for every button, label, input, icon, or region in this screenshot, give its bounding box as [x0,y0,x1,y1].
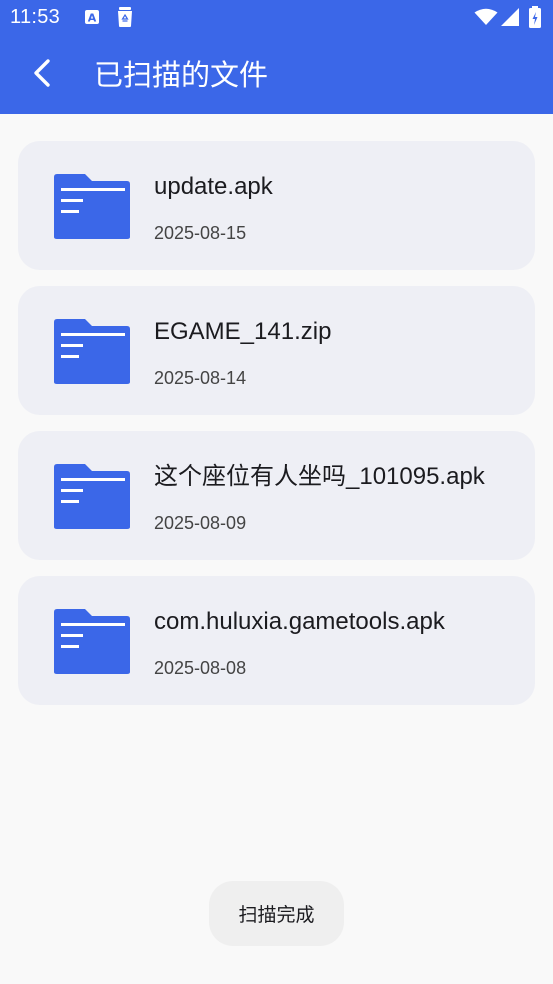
status-time: 11:53 [10,6,61,28]
wifi-icon [474,8,498,30]
file-name: update.apk [154,173,273,200]
file-date: 2025-08-09 [154,513,247,533]
app-bar: 11:53 A 已扫描的文件 [0,0,553,114]
toast-message: 扫描完成 [209,881,344,946]
file-list: update.apk 2025-08-15 EGAME_141.zip 2025… [18,141,535,721]
folder-icon [53,317,131,385]
file-date: 2025-08-08 [154,658,247,678]
file-item[interactable]: EGAME_141.zip 2025-08-14 [18,286,535,415]
folder-icon [53,462,131,530]
file-date: 2025-08-15 [154,223,247,243]
svg-text:A: A [88,12,97,25]
file-name: 这个座位有人坐吗_101095.apk [154,463,485,490]
status-bar: 11:53 A [0,0,553,37]
cellular-signal-icon [500,8,520,31]
battery-icon [528,6,542,32]
file-name: com.huluxia.gametools.apk [154,608,445,635]
page-title: 已扫描的文件 [94,58,269,92]
font-a-icon: A [84,8,100,30]
trash-can-icon [116,6,134,32]
folder-icon [53,172,131,240]
back-button[interactable] [22,55,62,95]
folder-icon [53,607,131,675]
file-item[interactable]: com.huluxia.gametools.apk 2025-08-08 [18,576,535,705]
file-name: EGAME_141.zip [154,318,332,345]
file-item[interactable]: 这个座位有人坐吗_101095.apk 2025-08-09 [18,431,535,560]
file-item[interactable]: update.apk 2025-08-15 [18,141,535,270]
file-date: 2025-08-14 [154,368,247,388]
chevron-left-icon [31,58,53,92]
